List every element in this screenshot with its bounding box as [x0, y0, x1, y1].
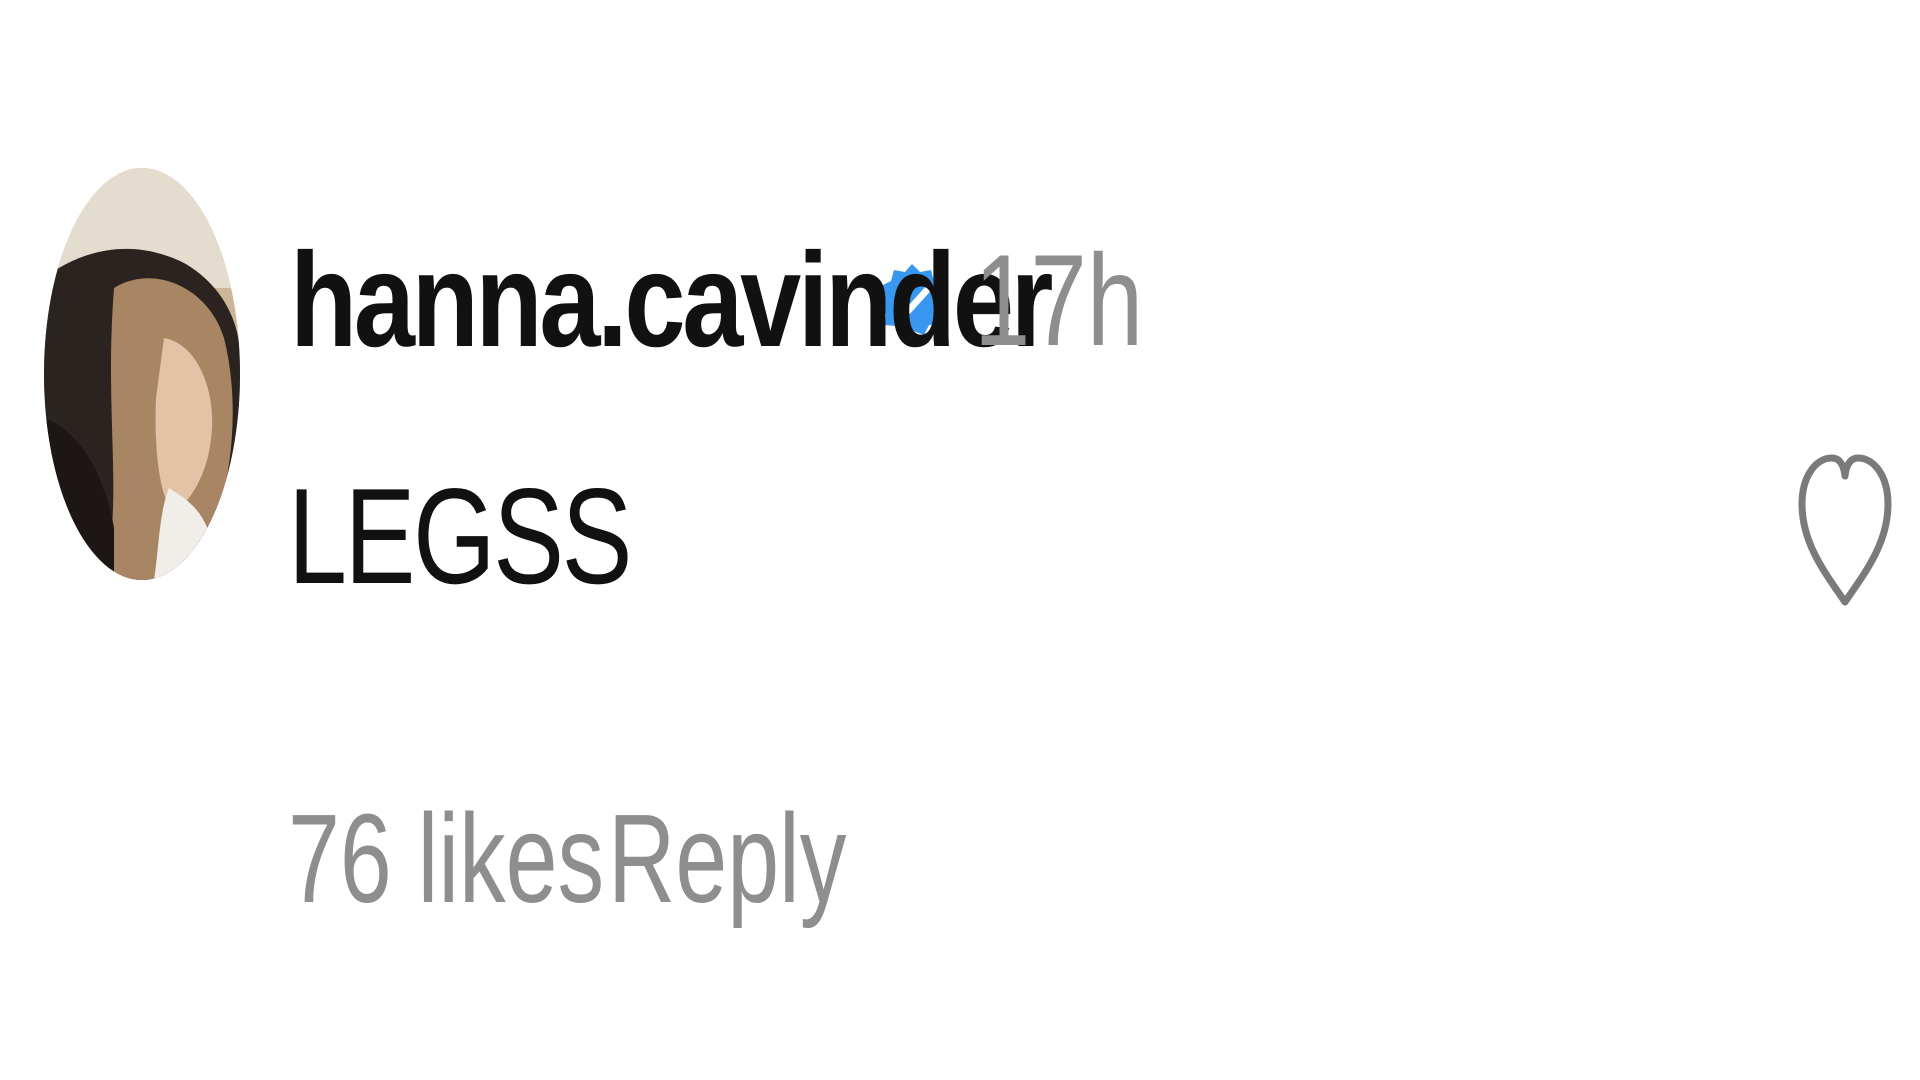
likes-count-link[interactable]: 76 likes: [288, 786, 604, 931]
comment-actions: 76 likes Reply: [288, 786, 930, 931]
reply-button[interactable]: Reply: [608, 786, 846, 931]
heart-outline-icon: [1798, 454, 1892, 606]
avatar[interactable]: [44, 168, 240, 580]
avatar-photo: [44, 168, 240, 580]
like-button[interactable]: [1796, 444, 1894, 616]
comment-header: hanna.cavinder 17h: [290, 225, 1191, 375]
comment-item: hanna.cavinder 17h LEGSS 76 likes Reply: [0, 0, 1920, 1080]
comment-text: LEGSS: [288, 460, 632, 612]
comment-timestamp[interactable]: 17h: [974, 225, 1143, 375]
username-link[interactable]: hanna.cavinder: [290, 224, 1053, 377]
